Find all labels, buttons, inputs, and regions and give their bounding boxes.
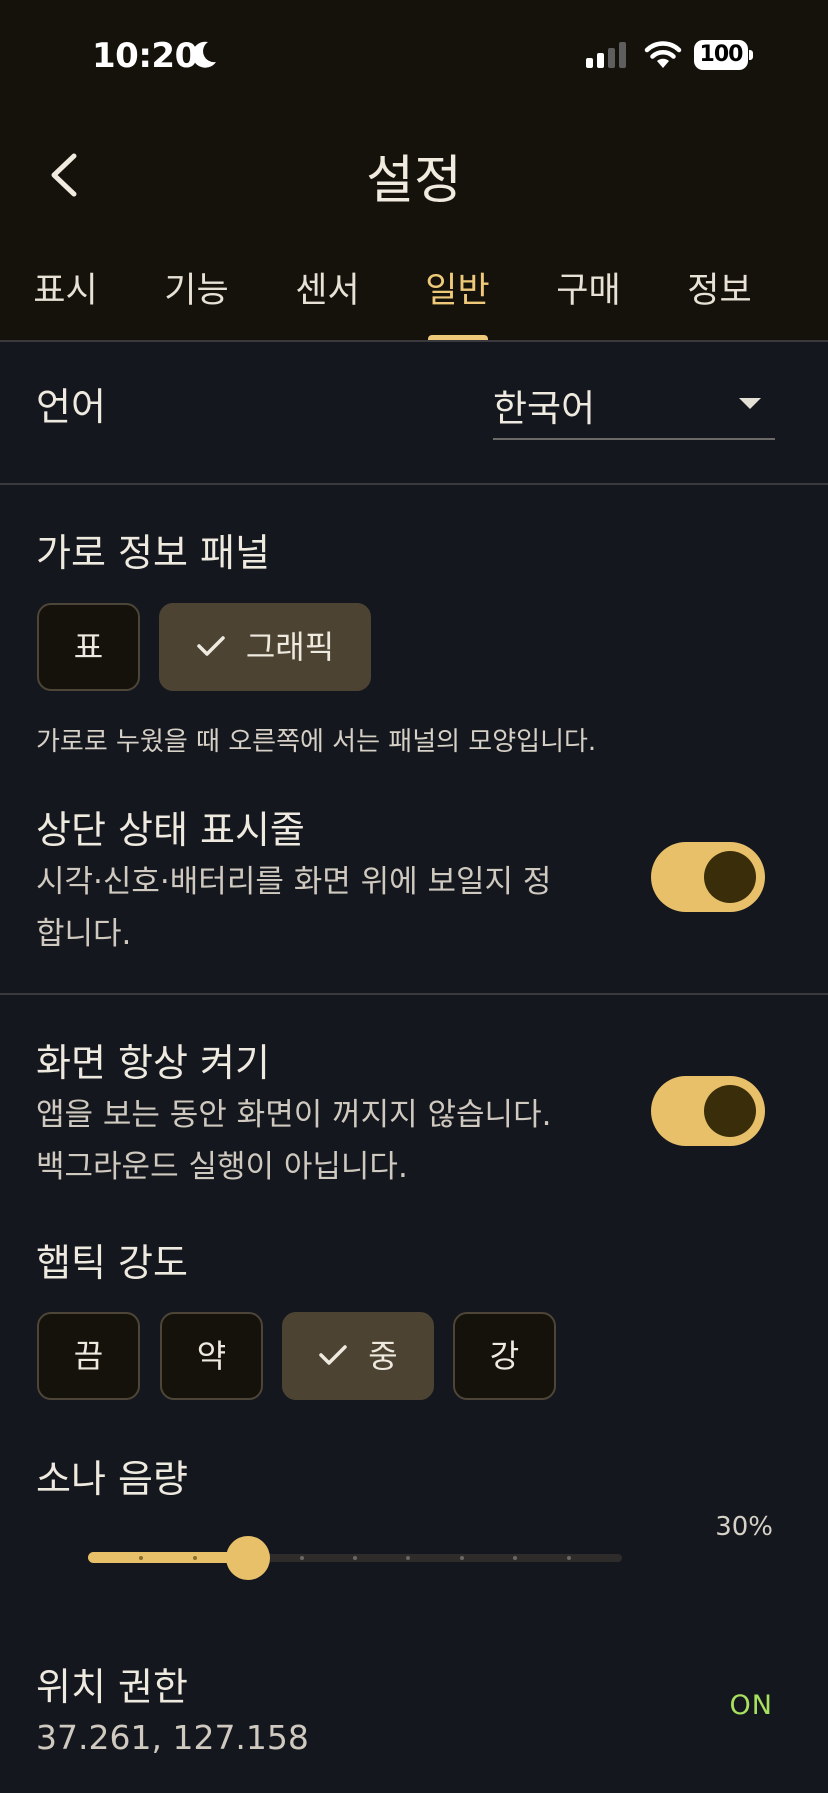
status-bar-setting-label: 상단 상태 표시줄 <box>36 808 305 852</box>
slider-thumb[interactable] <box>226 1536 270 1580</box>
haptic-option-off[interactable]: 끔 <box>37 1312 140 1400</box>
location-permission-label: 위치 권한 <box>36 1665 188 1709</box>
haptic-option-weak[interactable]: 약 <box>160 1312 263 1400</box>
language-value: 한국어 <box>493 387 596 430</box>
tab-sensors[interactable]: 센서 <box>262 262 393 313</box>
divider <box>0 483 828 485</box>
check-icon <box>319 1345 348 1365</box>
panel-option-table[interactable]: 표 <box>37 603 140 691</box>
slider-tick <box>406 1556 410 1560</box>
divider <box>0 993 828 995</box>
page-title: 설정 <box>366 151 462 211</box>
check-icon <box>197 636 225 656</box>
keep-screen-on-toggle[interactable] <box>651 1076 765 1146</box>
haptic-option-medium[interactable]: 중 <box>282 1312 434 1400</box>
slider-tick <box>513 1556 517 1560</box>
slider-tick <box>300 1556 304 1560</box>
tab-general[interactable]: 일반 <box>392 262 523 313</box>
tab-info[interactable]: 정보 <box>654 262 785 313</box>
tab-purchase[interactable]: 구매 <box>523 262 654 313</box>
divider <box>0 340 828 342</box>
dropdown-caret-icon <box>739 398 761 409</box>
slider-tick <box>353 1556 357 1560</box>
haptic-option-strong[interactable]: 강 <box>453 1312 556 1400</box>
location-coordinates: 37.261, 127.158 <box>36 1718 309 1757</box>
keep-screen-on-description: 앱을 보는 동안 화면이 꺼지지 않습니다. 백그라운드 실행이 아닙니다. <box>36 1097 552 1185</box>
location-status: ON <box>729 1690 773 1721</box>
tab-features[interactable]: 기능 <box>131 262 262 313</box>
panel-option-graphic[interactable]: 그래픽 <box>159 603 371 691</box>
haptic-option-medium-label: 중 <box>368 1337 398 1375</box>
language-dropdown[interactable]: 한국어 <box>493 374 775 440</box>
sonar-volume-value: 30% <box>715 1512 773 1542</box>
sonar-volume-slider[interactable] <box>88 1530 622 1584</box>
sonar-volume-label: 소나 음량 <box>36 1457 188 1501</box>
status-bar-setting-description: 시각·신호·배터리를 화면 위에 보일지 정 합니다. <box>36 864 552 952</box>
status-time: 10:20 <box>92 36 198 76</box>
language-label: 언어 <box>36 385 106 429</box>
moon-icon <box>192 41 216 68</box>
cellular-signal-icon <box>586 42 626 68</box>
slider-fill <box>88 1552 248 1563</box>
tab-bar: 표시 기능 센서 일반 구매 정보 <box>0 262 828 340</box>
status-bar-toggle[interactable] <box>651 842 765 912</box>
landscape-panel-label: 가로 정보 패널 <box>36 531 270 575</box>
slider-tick <box>567 1556 571 1560</box>
haptic-label: 햅틱 강도 <box>36 1241 188 1285</box>
slider-tick <box>193 1556 197 1560</box>
tab-display[interactable]: 표시 <box>0 262 131 313</box>
slider-tick <box>460 1556 464 1560</box>
wifi-icon <box>644 41 682 68</box>
battery-level: 100 <box>699 42 744 67</box>
landscape-panel-description: 가로로 누웠을 때 오른쪽에 서는 패널의 모양입니다. <box>36 727 597 757</box>
keep-screen-on-label: 화면 항상 켜기 <box>36 1041 270 1085</box>
panel-option-graphic-label: 그래픽 <box>245 628 335 666</box>
battery-icon: 100 <box>694 40 753 70</box>
slider-tick <box>139 1556 143 1560</box>
